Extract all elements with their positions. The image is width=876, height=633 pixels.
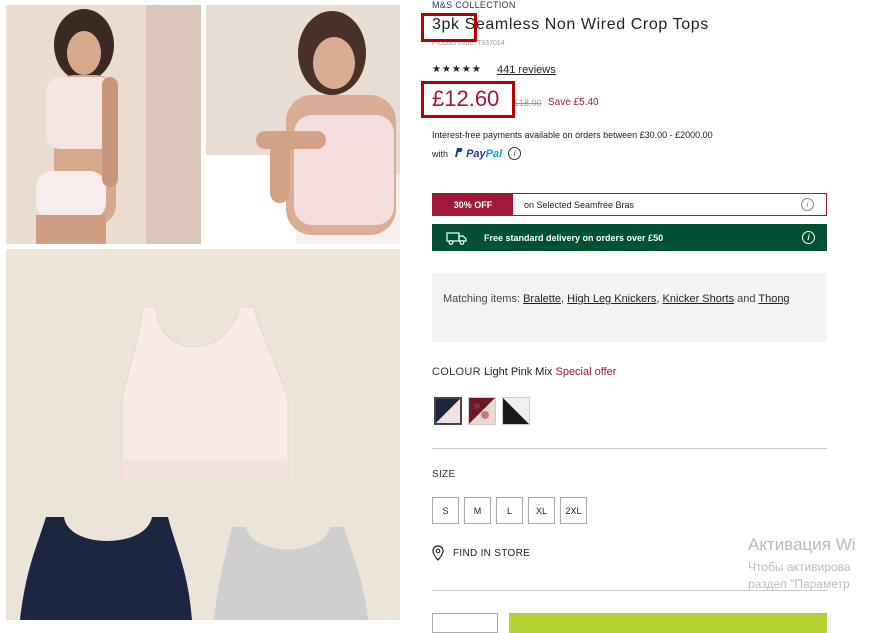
product-image-model-lean[interactable] xyxy=(206,5,400,244)
colour-swatch-black-white[interactable] xyxy=(502,397,530,425)
truck-icon xyxy=(446,231,467,245)
colour-swatch-floral[interactable] xyxy=(468,397,496,425)
colour-label: COLOUR xyxy=(432,366,481,378)
offer-tag: 30% OFF xyxy=(433,194,513,215)
swatch-fill xyxy=(469,398,495,424)
find-in-store-label: FIND IN STORE xyxy=(453,547,531,559)
save-amount: Save £5.40 xyxy=(548,97,599,108)
info-icon[interactable]: i xyxy=(801,198,814,211)
matching-link-bralette[interactable]: Bralette xyxy=(523,293,561,305)
highlight-box-pack xyxy=(421,13,477,42)
divider xyxy=(432,448,827,449)
model-illustration xyxy=(6,5,201,244)
watermark-line2: Чтобы активирова xyxy=(748,560,851,574)
offer-text: on Selected Seamfree Bras xyxy=(524,199,635,210)
payment-info: Interest-free payments available on orde… xyxy=(432,130,713,140)
matching-link-knicker-shorts[interactable]: Knicker Shorts xyxy=(663,293,735,305)
matching-prefix: Matching items: xyxy=(443,293,521,305)
find-in-store-link[interactable]: FIND IN STORE xyxy=(432,545,530,561)
add-to-bag-button[interactable] xyxy=(509,613,827,633)
size-label: SIZE xyxy=(432,469,456,480)
windows-activation-watermark: Активация Wi Чтобы активирова раздел "Па… xyxy=(748,535,856,593)
size-button-m[interactable]: M xyxy=(464,497,491,524)
with-label: with xyxy=(432,148,449,159)
star-rating-icon: ★★★★★ xyxy=(432,64,482,75)
info-icon[interactable]: i xyxy=(802,231,815,244)
special-offer-label: Special offer xyxy=(555,366,617,378)
watermark-line1: Активация Wi xyxy=(748,535,856,554)
product-image-model-front[interactable] xyxy=(6,5,201,244)
quantity-selector[interactable] xyxy=(432,613,498,633)
model-illustration xyxy=(206,5,400,244)
brand-label: M&S COLLECTION xyxy=(432,0,516,10)
colour-row: COLOUR Light Pink Mix Special offer xyxy=(432,366,616,378)
delivery-banner[interactable]: Free standard delivery on orders over £5… xyxy=(432,224,827,251)
product-image-flatlay[interactable] xyxy=(6,249,400,620)
size-button-l[interactable]: L xyxy=(496,497,523,524)
size-button-xl[interactable]: XL xyxy=(528,497,555,524)
colour-value: Light Pink Mix xyxy=(483,366,553,378)
matching-items-box: Matching items: Bralette, High Leg Knick… xyxy=(432,273,827,342)
watermark-line3: раздел "Параметр xyxy=(748,577,850,591)
delivery-text: Free standard delivery on orders over £5… xyxy=(484,232,664,243)
info-icon[interactable]: i xyxy=(508,147,522,160)
paypal-icon xyxy=(455,148,463,157)
paypal-text-a: Pay xyxy=(466,148,486,160)
paypal-row: with PayPal i xyxy=(432,147,522,160)
paypal-text-b: Pal xyxy=(485,148,503,160)
swatch-fill xyxy=(503,398,529,424)
matching-link-thong[interactable]: Thong xyxy=(758,293,789,305)
separator-and: and xyxy=(734,293,759,305)
matching-link-high-leg-knickers[interactable]: High Leg Knickers xyxy=(567,293,656,305)
reviews-link[interactable]: 441 reviews xyxy=(497,64,556,76)
highlight-box-price xyxy=(421,81,515,118)
map-pin-icon xyxy=(432,545,444,561)
size-button-2xl[interactable]: 2XL xyxy=(560,497,587,524)
colour-swatch-navy-pink[interactable] xyxy=(434,397,462,425)
flatlay-illustration xyxy=(6,249,400,620)
was-price: £18.00 xyxy=(514,98,542,108)
promo-offer-banner[interactable]: 30% OFF on Selected Seamfree Bras i xyxy=(432,193,827,216)
paypal-logo: PayPal xyxy=(454,147,502,160)
swatch-fill xyxy=(436,399,460,423)
size-button-s[interactable]: S xyxy=(432,497,459,524)
